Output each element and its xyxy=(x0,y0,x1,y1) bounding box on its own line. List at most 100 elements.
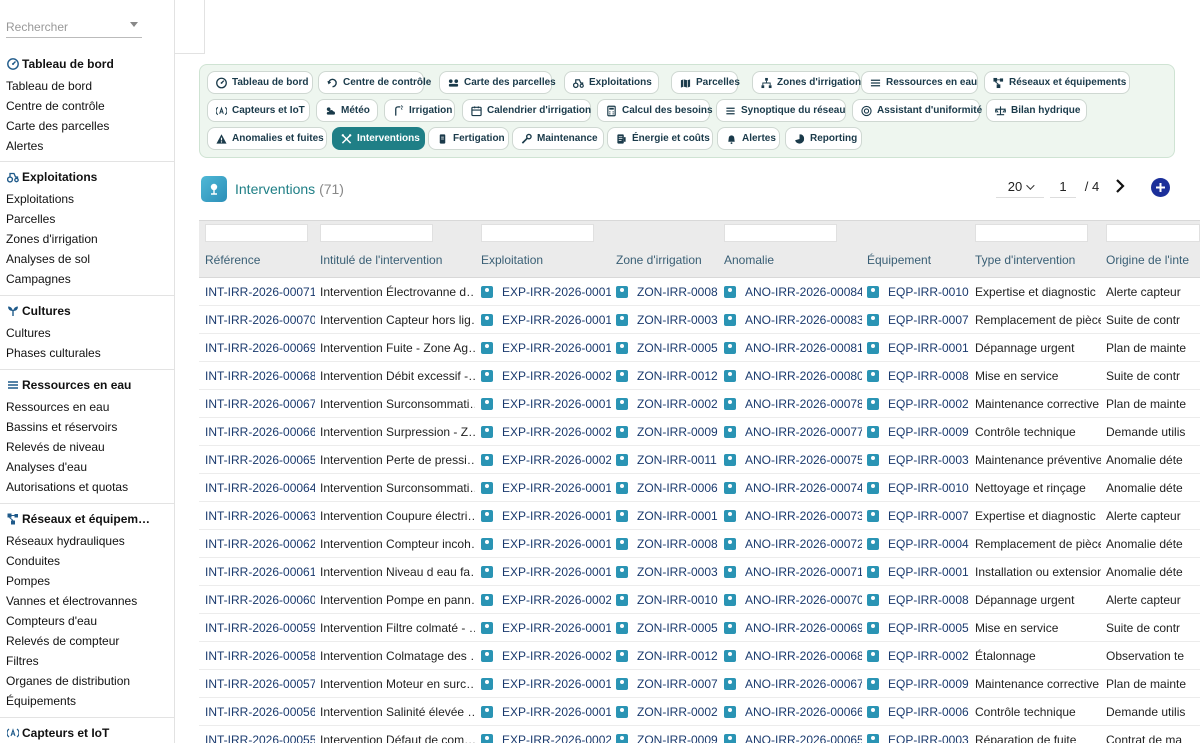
table-cell[interactable]: ZON-IRR-0012 xyxy=(616,362,720,390)
table-cell[interactable]: EQP-IRR-0001 xyxy=(867,558,970,586)
column-filter-input[interactable] xyxy=(320,224,433,242)
sidebar-item[interactable]: Équipements xyxy=(0,691,174,711)
sidebar-item[interactable]: Centre de contrôle xyxy=(0,96,174,116)
table-cell[interactable]: ZON-IRR-0009 xyxy=(616,418,720,446)
table-cell[interactable]: EXP-IRR-2026-0001 xyxy=(481,474,611,502)
column-filter-input[interactable] xyxy=(724,224,837,242)
sidebar-group-title[interactable]: Réseaux et équipem… xyxy=(0,510,174,528)
table-row[interactable]: INT-IRR-2026-00056 Intervention Salinité … xyxy=(199,698,1200,726)
sidebar-item[interactable]: Analyses d'eau xyxy=(0,457,174,477)
table-cell[interactable]: ZON-IRR-0002 xyxy=(616,390,720,418)
sidebar-item[interactable]: Relevés de compteur xyxy=(0,631,174,651)
sidebar-item[interactable]: Analyses de sol xyxy=(0,249,174,269)
sidebar-search-input[interactable]: Rechercher xyxy=(6,16,142,38)
table-row[interactable]: INT-IRR-2026-00062 Intervention Compteur … xyxy=(199,530,1200,558)
table-cell[interactable]: INT-IRR-2026-00064 xyxy=(205,474,315,502)
sidebar-item[interactable]: Parcelles xyxy=(0,209,174,229)
table-row[interactable]: INT-IRR-2026-00068 Intervention Débit exc… xyxy=(199,362,1200,390)
table-row[interactable]: INT-IRR-2026-00063 Intervention Coupure é… xyxy=(199,502,1200,530)
tab-reporting[interactable]: Reporting xyxy=(785,127,862,150)
table-cell[interactable]: ZON-IRR-0003 xyxy=(616,558,720,586)
table-row[interactable]: INT-IRR-2026-00059 Intervention Filtre co… xyxy=(199,614,1200,642)
tab-carte-des-parcelles[interactable]: Carte des parcelles xyxy=(439,71,556,94)
sidebar-group-title[interactable]: Ressources en eau xyxy=(0,376,174,394)
table-cell[interactable]: INT-IRR-2026-00061 xyxy=(205,558,315,586)
table-cell[interactable]: EQP-IRR-0001 xyxy=(867,334,970,362)
sidebar-group-title[interactable]: Exploitations xyxy=(0,168,174,186)
tab-maintenance[interactable]: Maintenance xyxy=(512,127,604,150)
next-page-button[interactable] xyxy=(1112,178,1128,194)
tab-centre-de-contrôle[interactable]: Centre de contrôle xyxy=(318,71,431,94)
table-cell[interactable]: INT-IRR-2026-00059 xyxy=(205,614,315,642)
tab-bilan-hydrique[interactable]: Bilan hydrique xyxy=(986,99,1087,122)
sidebar-item[interactable]: Campagnes xyxy=(0,269,174,289)
tab-calcul-des-besoins[interactable]: Calcul des besoins xyxy=(597,99,713,122)
sidebar-item[interactable]: Filtres xyxy=(0,651,174,671)
table-cell[interactable]: ANO-IRR-2026-00080 xyxy=(724,362,862,390)
column-header[interactable]: Référence xyxy=(205,248,260,278)
table-cell[interactable]: EQP-IRR-0010 xyxy=(867,278,970,306)
column-header[interactable]: Exploitation xyxy=(481,248,543,278)
table-cell[interactable]: EXP-IRR-2026-0002 xyxy=(481,362,611,390)
tab-parcelles[interactable]: Parcelles xyxy=(671,71,740,94)
table-cell[interactable]: ANO-IRR-2026-00069 xyxy=(724,614,862,642)
table-cell[interactable]: ANO-IRR-2026-00073 xyxy=(724,502,862,530)
column-header[interactable]: Anomalie xyxy=(724,248,774,278)
table-row[interactable]: INT-IRR-2026-00070 Intervention Capteur h… xyxy=(199,306,1200,334)
table-cell[interactable]: EQP-IRR-0010 xyxy=(867,474,970,502)
sidebar-item[interactable]: Pompes xyxy=(0,571,174,591)
tab-zones-d-irrigation[interactable]: Zones d'irrigation xyxy=(752,71,861,94)
table-cell[interactable]: EQP-IRR-0003 xyxy=(867,446,970,474)
table-cell[interactable]: EXP-IRR-2026-0001 xyxy=(481,334,611,362)
table-cell[interactable]: INT-IRR-2026-00060 xyxy=(205,586,315,614)
table-cell[interactable]: EQP-IRR-0003 xyxy=(867,726,970,743)
tab-météo[interactable]: Météo xyxy=(316,99,378,122)
table-row[interactable]: INT-IRR-2026-00064 Intervention Surconsom… xyxy=(199,474,1200,502)
table-cell[interactable]: EXP-IRR-2026-0001 xyxy=(481,670,611,698)
tab-tableau-de-bord[interactable]: Tableau de bord xyxy=(207,71,313,94)
add-intervention-button[interactable] xyxy=(1151,178,1170,197)
sidebar-item[interactable]: Réseaux hydrauliques xyxy=(0,531,174,551)
table-cell[interactable]: ZON-IRR-0008 xyxy=(616,530,720,558)
table-row[interactable]: INT-IRR-2026-00057 Intervention Moteur en… xyxy=(199,670,1200,698)
table-row[interactable]: INT-IRR-2026-00065 Intervention Perte de … xyxy=(199,446,1200,474)
column-filter-input[interactable] xyxy=(975,224,1088,242)
sidebar-item[interactable]: Bassins et réservoirs xyxy=(0,417,174,437)
sidebar-item[interactable]: Zones d'irrigation xyxy=(0,229,174,249)
table-cell[interactable]: ANO-IRR-2026-00075 xyxy=(724,446,862,474)
table-cell[interactable]: EXP-IRR-2026-0001 xyxy=(481,698,611,726)
sidebar-item[interactable]: Tableau de bord xyxy=(0,76,174,96)
table-cell[interactable]: INT-IRR-2026-00071 xyxy=(205,278,315,306)
table-cell[interactable]: ZON-IRR-0011 xyxy=(616,446,720,474)
table-cell[interactable]: EXP-IRR-2026-0001 xyxy=(481,614,611,642)
table-cell[interactable]: INT-IRR-2026-00057 xyxy=(205,670,315,698)
table-cell[interactable]: INT-IRR-2026-00058 xyxy=(205,642,315,670)
table-cell[interactable]: ANO-IRR-2026-00067 xyxy=(724,670,862,698)
table-row[interactable]: INT-IRR-2026-00061 Intervention Niveau d … xyxy=(199,558,1200,586)
sidebar-item[interactable]: Phases culturales xyxy=(0,343,174,363)
table-cell[interactable]: EXP-IRR-2026-0002 xyxy=(481,418,611,446)
column-header[interactable]: Équipement xyxy=(867,248,931,278)
tab-énergie-et-coûts[interactable]: Énergie et coûts xyxy=(607,127,713,150)
table-row[interactable]: INT-IRR-2026-00071 Intervention Électrova… xyxy=(199,278,1200,306)
sidebar-item[interactable]: Compteurs d'eau xyxy=(0,611,174,631)
sidebar-item[interactable]: Vannes et électrovannes xyxy=(0,591,174,611)
table-cell[interactable]: ZON-IRR-0006 xyxy=(616,474,720,502)
table-cell[interactable]: EQP-IRR-0002 xyxy=(867,642,970,670)
sidebar-group-title[interactable]: Cultures xyxy=(0,302,174,320)
tab-capteurs-et-iot[interactable]: Capteurs et IoT xyxy=(207,99,310,122)
sidebar-item[interactable]: Cultures xyxy=(0,323,174,343)
sidebar-group-title[interactable]: Tableau de bord xyxy=(0,55,174,73)
tab-irrigation[interactable]: Irrigation xyxy=(384,99,455,122)
table-cell[interactable]: EQP-IRR-0007 xyxy=(867,502,970,530)
sidebar-item[interactable]: Ressources en eau xyxy=(0,397,174,417)
sidebar-item[interactable]: Relevés de niveau xyxy=(0,437,174,457)
table-cell[interactable]: EXP-IRR-2026-0001 xyxy=(481,306,611,334)
table-cell[interactable]: ANO-IRR-2026-00070 xyxy=(724,586,862,614)
table-cell[interactable]: EQP-IRR-0004 xyxy=(867,530,970,558)
table-cell[interactable]: EQP-IRR-0009 xyxy=(867,670,970,698)
table-cell[interactable]: INT-IRR-2026-00063 xyxy=(205,502,315,530)
sidebar-item[interactable]: Autorisations et quotas xyxy=(0,477,174,497)
table-cell[interactable]: EQP-IRR-0005 xyxy=(867,614,970,642)
table-cell[interactable]: EXP-IRR-2026-0002 xyxy=(481,446,611,474)
